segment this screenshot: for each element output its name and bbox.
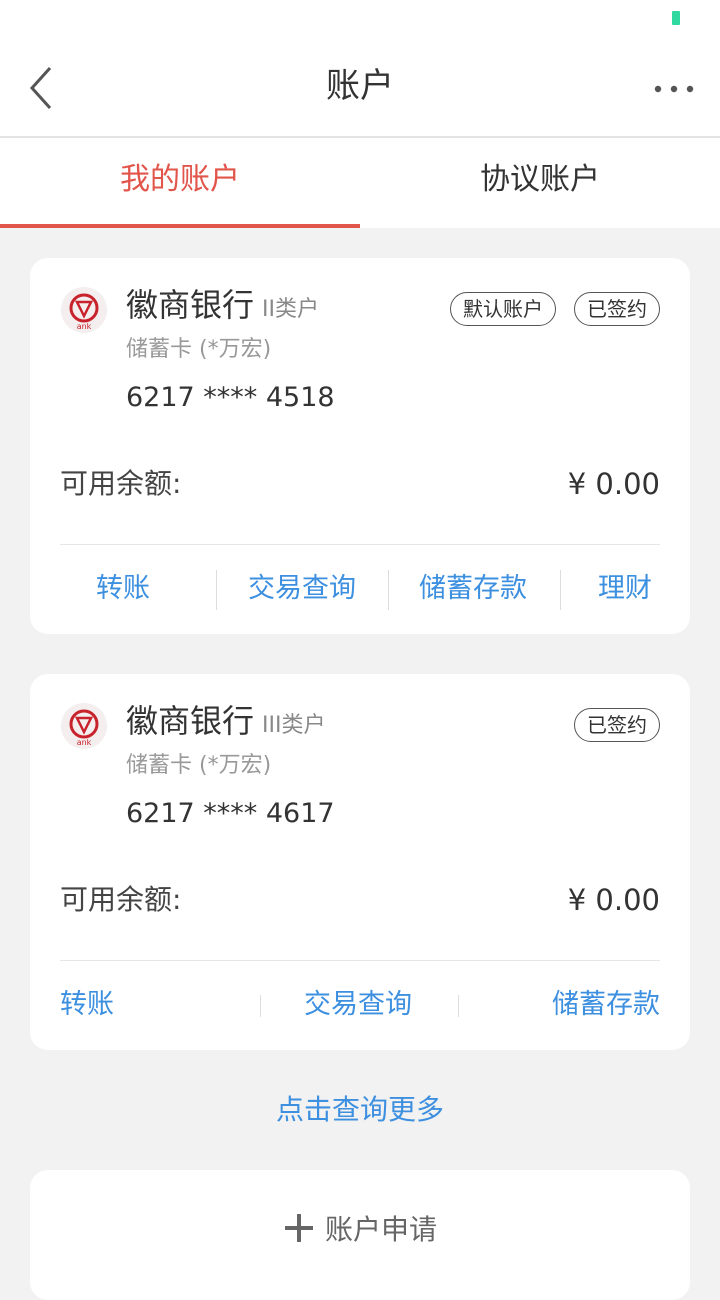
account-tabs: 我的账户 协议账户 [0,138,720,228]
action-separator [216,570,217,610]
action-separator [560,570,561,610]
transfer-button[interactable]: 转账 [96,564,150,614]
card-number: 6217 **** 4518 [126,382,335,413]
balance-value: ¥ 0.00 [567,467,660,501]
account-class: II类户 [262,297,319,322]
default-account-badge: 默认账户 [450,292,556,326]
apply-label: 账户申请 [324,1213,437,1246]
account-card[interactable]: ank 徽商银行 III类户 已签约 储蓄卡 (*万宏) 6217 **** 46… [30,674,690,1050]
action-separator [388,570,389,610]
bank-name: 徽商银行 II类户 [126,282,319,333]
svg-text:ank: ank [77,322,92,331]
card-type: 储蓄卡 (*万宏) [126,753,272,778]
action-separator [458,995,459,1017]
balance-label: 可用余额: [60,883,182,916]
page-title: 账户 [326,66,394,106]
status-bar [0,0,720,40]
account-actions: 转账 交易查询 储蓄存款 [60,980,660,1030]
account-actions: 转账 交易查询 储蓄存款 理财 [60,564,660,614]
query-more-link[interactable]: 点击查询更多 [0,1088,720,1132]
balance-value: ¥ 0.00 [567,883,660,917]
card-number: 6217 **** 4617 [126,798,335,829]
nav-bar: 账户 [0,40,720,138]
tab-my-accounts[interactable]: 我的账户 [0,138,360,228]
tab-agreement-accounts[interactable]: 协议账户 [360,138,720,228]
savings-deposit-button[interactable]: 储蓄存款 [419,564,527,614]
divider [60,960,660,961]
action-separator [260,995,261,1017]
more-dots-icon [654,85,694,93]
savings-deposit-button[interactable]: 储蓄存款 [552,980,660,1030]
transaction-query-button[interactable]: 交易查询 [248,564,356,614]
divider [60,544,660,545]
bank-name-text: 徽商银行 [126,702,255,740]
transaction-query-button[interactable]: 交易查询 [304,980,412,1030]
account-class: III类户 [262,713,326,738]
signed-badge: 已签约 [574,708,660,742]
transfer-button[interactable]: 转账 [60,980,114,1030]
signed-badge: 已签约 [574,292,660,326]
battery-icon [672,11,680,25]
wealth-management-button[interactable]: 理财 [598,564,652,614]
balance-label: 可用余额: [60,467,182,500]
bank-name: 徽商银行 III类户 [126,698,325,749]
bank-name-text: 徽商银行 [126,286,255,324]
bank-logo-icon: ank [60,702,108,750]
card-type: 储蓄卡 (*万宏) [126,337,272,362]
plus-icon [283,1212,315,1244]
account-apply-button[interactable]: 账户申请 [30,1170,690,1300]
svg-text:ank: ank [77,738,92,747]
bank-logo-icon: ank [60,286,108,334]
account-card[interactable]: ank 徽商银行 II类户 默认账户 已签约 储蓄卡 (*万宏) 6217 ***… [30,258,690,634]
more-button[interactable] [648,64,700,112]
apply-content: 账户申请 [30,1208,690,1252]
active-tab-indicator [0,224,360,228]
